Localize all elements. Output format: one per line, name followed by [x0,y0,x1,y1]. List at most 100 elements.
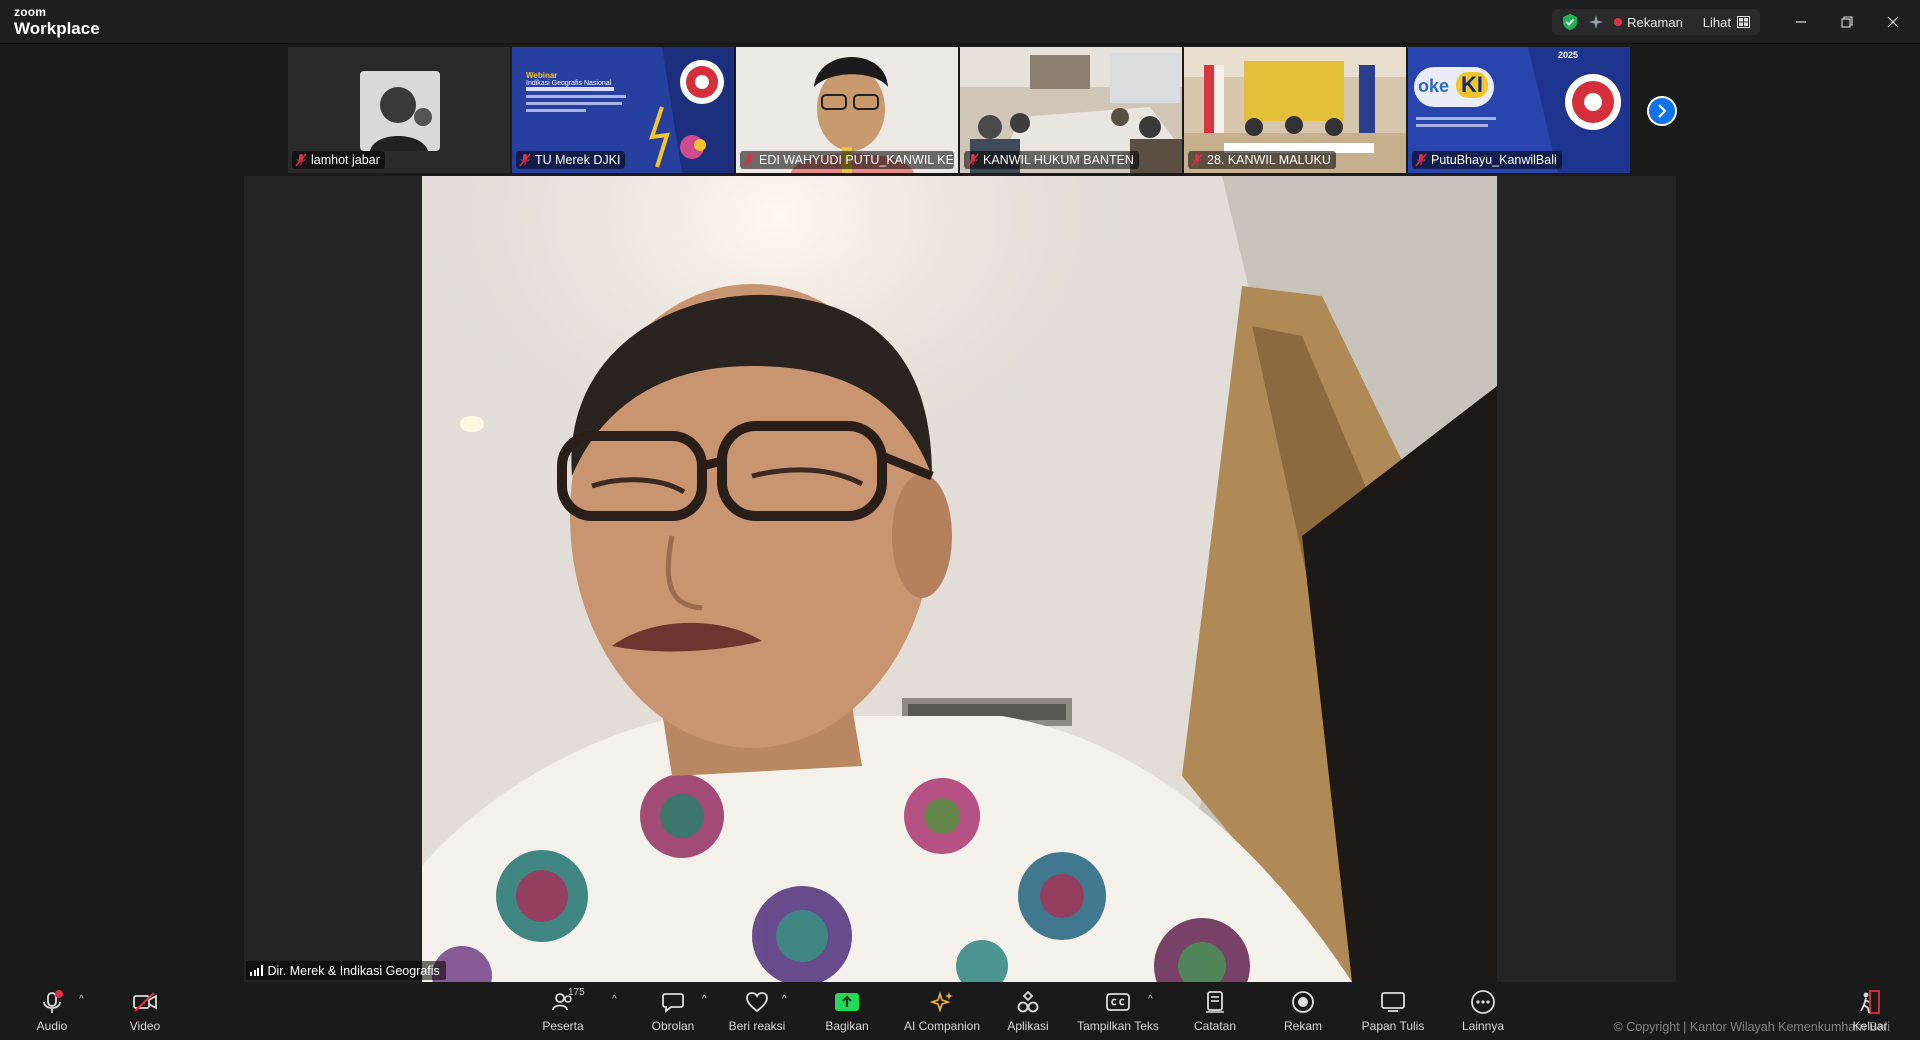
record-button[interactable]: Rekam [1280,988,1326,1036]
minimize-button[interactable] [1778,0,1824,44]
participant-name: EDI WAHYUDI PUTU_KANWIL KE... [759,153,954,167]
whiteboard-button[interactable]: Papan Tulis [1360,988,1426,1036]
participant-name: PutuBhayu_KanwilBali [1431,153,1557,167]
video-label: Video [129,1019,161,1033]
more-icon [1471,990,1495,1014]
active-speaker-name: Dir. Merek & Indikasi Geografis [267,963,440,978]
active-speaker-video [422,176,1497,982]
leave-icon [1860,990,1880,1014]
record-label: Rekam [1283,1019,1322,1033]
close-icon [1887,16,1899,28]
audio-button[interactable]: Audio [30,988,74,1036]
signal-strength-icon [250,965,263,976]
share-screen-icon [835,993,859,1011]
chat-icon [662,993,684,1013]
participants-label: Peserta [542,1019,584,1033]
muted-mic-icon [743,153,755,167]
participant-tile[interactable]: Webinar Indikasi Geografis Nasional TU M… [512,47,734,173]
participant-tile[interactable]: EDI WAHYUDI PUTU_KANWIL KE... [736,47,958,173]
chevron-right-icon [1658,104,1667,118]
heart-icon [746,992,768,1013]
active-speaker-name-tag: Dir. Merek & Indikasi Geografis [246,961,446,980]
brand-small: zoom [14,5,47,19]
captions-options-caret-icon[interactable]: ^ [1148,994,1153,1005]
restore-button[interactable] [1824,0,1870,44]
participants-button[interactable]: 175 Peserta [540,987,586,1036]
whiteboard-icon [1381,992,1405,1012]
chat-options-caret-icon[interactable]: ^ [702,994,707,1005]
participant-tile[interactable]: KANWIL HUKUM BANTEN [960,47,1182,173]
ai-companion-label: AI Companion [903,1019,981,1033]
oke-logo-text: oke [1418,76,1450,96]
muted-mic-icon [1415,153,1427,167]
participant-name-tag: PutuBhayu_KanwilBali [1412,151,1562,169]
participant-count: 175 [568,987,585,998]
more-button[interactable]: Lainnya [1460,988,1506,1036]
participant-name-tag: KANWIL HUKUM BANTEN [964,151,1139,169]
recording-dot-icon [1614,18,1623,26]
closed-captions-icon [1106,993,1130,1011]
participant-name: KANWIL HUKUM BANTEN [983,153,1134,167]
ai-companion-button[interactable]: AI Companion [900,988,984,1036]
copyright-watermark: © Copyright | Kantor Wilayah Kemenkumham… [1613,1020,1890,1034]
chat-button[interactable]: Obrolan [648,988,698,1036]
apps-icon [1017,990,1039,1013]
muted-mic-icon [519,153,531,167]
recording-label: Rekaman [1627,14,1683,30]
notes-button[interactable]: Catatan [1192,988,1238,1036]
microphone-icon [43,990,63,1013]
title-bar: zoom Workplace Rekaman Lihat [0,0,1920,44]
view-button[interactable]: Lihat [1693,15,1750,30]
speaker-video-frame [422,176,1497,982]
whiteboard-label: Papan Tulis [1361,1019,1425,1033]
record-icon [1292,991,1314,1013]
participant-tile[interactable]: 28. KANWIL MALUKU [1184,47,1406,173]
audio-label: Audio [36,1019,68,1033]
notes-icon [1206,991,1224,1013]
muted-mic-icon [1191,153,1203,167]
react-label: Beri reaksi [728,1019,786,1033]
share-button[interactable]: Bagikan [822,988,872,1036]
participant-name-tag: TU Merek DJKI [516,151,626,169]
brand-large: Workplace [14,19,100,38]
slide-title: Webinar [526,71,558,80]
slide-subtitle: Indikasi Geografis Nasional [526,80,612,87]
more-label: Lainnya [1461,1019,1505,1033]
chat-label: Obrolan [651,1019,695,1033]
restore-icon [1841,16,1853,28]
ai-sparkle-icon[interactable] [1588,14,1604,30]
shield-icon[interactable] [1562,13,1578,31]
muted-mic-icon [295,153,307,167]
share-label: Bagikan [825,1019,869,1033]
apps-button[interactable]: Aplikasi [1006,988,1050,1036]
participant-name: lamhot jabar [311,153,380,167]
participant-tile[interactable]: oke KI 2025 PutuBhayu_KanwilBali [1408,47,1630,173]
notes-label: Catatan [1193,1019,1237,1033]
participant-tile[interactable]: lamhot jabar [288,47,510,173]
meeting-toolbar: Audio ^ Video 175 Peserta ^ Obrolan ^ Be… [0,982,1920,1040]
active-speaker-stage: Dir. Merek & Indikasi Geografis [244,176,1676,982]
recording-indicator[interactable]: Rekaman [1614,15,1683,30]
ai-companion-icon [930,991,953,1013]
react-button[interactable]: Beri reaksi [726,988,788,1036]
ki-logo-text: KI [1456,72,1488,98]
meeting-status-pill: Rekaman Lihat [1552,9,1760,35]
react-options-caret-icon[interactable]: ^ [782,994,787,1005]
participant-name-tag: lamhot jabar [292,151,385,169]
video-button[interactable]: Video [120,988,170,1036]
view-label: Lihat [1702,14,1731,30]
close-button[interactable] [1870,0,1916,44]
zoom-logo: zoom Workplace [14,6,100,37]
participant-gallery-strip: lamhot jabar Webinar Indikasi Geografis … [288,47,1630,173]
participant-name-tag: 28. KANWIL MALUKU [1188,151,1336,169]
audio-options-caret-icon[interactable]: ^ [79,994,84,1005]
gallery-next-button[interactable] [1647,96,1677,126]
muted-mic-icon [967,153,979,167]
captions-label: Tampilkan Teks [1077,1019,1159,1033]
grid-view-icon [1737,16,1750,28]
apps-label: Aplikasi [1007,1019,1049,1033]
participant-name-tag: EDI WAHYUDI PUTU_KANWIL KE... [740,151,954,169]
participants-options-caret-icon[interactable]: ^ [612,994,617,1005]
participant-name: 28. KANWIL MALUKU [1207,153,1331,167]
minimize-icon [1796,21,1806,23]
